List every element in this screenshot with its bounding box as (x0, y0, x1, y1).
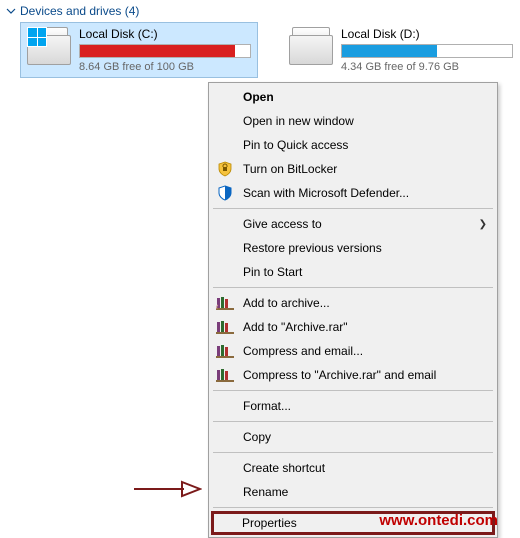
separator (213, 507, 493, 508)
menu-label: Restore previous versions (243, 241, 475, 255)
menu-defender[interactable]: Scan with Microsoft Defender... (211, 181, 495, 205)
menu-label: Add to "Archive.rar" (243, 320, 475, 334)
menu-restore[interactable]: Restore previous versions (211, 236, 495, 260)
menu-add-archive[interactable]: Add to archive... (211, 291, 495, 315)
separator (213, 421, 493, 422)
menu-compress-archive-email[interactable]: Compress to "Archive.rar" and email (211, 363, 495, 387)
menu-label: Copy (243, 430, 475, 444)
drives-list: Local Disk (C:) 8.64 GB free of 100 GB L… (0, 22, 520, 78)
menu-label: Turn on BitLocker (243, 162, 475, 176)
usage-bar (341, 44, 513, 58)
blank-icon (215, 238, 235, 258)
drive-name: Local Disk (D:) (341, 27, 513, 41)
menu-open[interactable]: Open (211, 85, 495, 109)
menu-format[interactable]: Format... (211, 394, 495, 418)
menu-label: Open (243, 90, 475, 104)
menu-label: Pin to Quick access (243, 138, 475, 152)
menu-rename[interactable]: Rename (211, 480, 495, 504)
menu-label: Add to archive... (243, 296, 475, 310)
winrar-icon (215, 341, 235, 361)
menu-label: Rename (243, 485, 475, 499)
blank-icon (215, 458, 235, 478)
menu-label: Compress and email... (243, 344, 475, 358)
blank-icon (215, 262, 235, 282)
submenu-arrow-icon: ❯ (479, 219, 487, 230)
menu-label: Compress to "Archive.rar" and email (243, 368, 475, 382)
menu-pin-start[interactable]: Pin to Start (211, 260, 495, 284)
separator (213, 287, 493, 288)
drive-c[interactable]: Local Disk (C:) 8.64 GB free of 100 GB (20, 22, 258, 78)
separator (213, 452, 493, 453)
drive-free-text: 4.34 GB free of 9.76 GB (341, 61, 513, 73)
menu-copy[interactable]: Copy (211, 425, 495, 449)
drive-free-text: 8.64 GB free of 100 GB (79, 61, 251, 73)
menu-add-archive-rar[interactable]: Add to "Archive.rar" (211, 315, 495, 339)
menu-open-new-window[interactable]: Open in new window (211, 109, 495, 133)
section-header[interactable]: Devices and drives (4) (0, 0, 520, 22)
shield-icon (215, 159, 235, 179)
blank-icon (215, 427, 235, 447)
separator (213, 208, 493, 209)
menu-label: Open in new window (243, 114, 475, 128)
menu-label: Format... (243, 399, 475, 413)
menu-compress-email[interactable]: Compress and email... (211, 339, 495, 363)
blank-icon (215, 214, 235, 234)
menu-label: Create shortcut (243, 461, 475, 475)
chevron-down-icon (6, 6, 16, 16)
menu-create-shortcut[interactable]: Create shortcut (211, 456, 495, 480)
winrar-icon (215, 317, 235, 337)
winrar-icon (215, 293, 235, 313)
menu-label: Pin to Start (243, 265, 475, 279)
menu-pin-quick-access[interactable]: Pin to Quick access (211, 133, 495, 157)
context-menu: Open Open in new window Pin to Quick acc… (208, 82, 498, 538)
winrar-icon (215, 365, 235, 385)
usage-bar (79, 44, 251, 58)
blank-icon (215, 87, 235, 107)
blank-icon (215, 111, 235, 131)
defender-icon (215, 183, 235, 203)
drive-d[interactable]: Local Disk (D:) 4.34 GB free of 9.76 GB (282, 22, 520, 78)
menu-label: Scan with Microsoft Defender... (243, 186, 475, 200)
menu-label: Give access to (243, 217, 475, 231)
blank-icon (215, 135, 235, 155)
annotation-arrow-icon (132, 478, 202, 503)
watermark: www.ontedi.com (379, 512, 498, 529)
menu-bitlocker[interactable]: Turn on BitLocker (211, 157, 495, 181)
drive-icon (27, 27, 71, 65)
separator (213, 390, 493, 391)
blank-icon (215, 482, 235, 502)
blank-icon (215, 396, 235, 416)
section-title: Devices and drives (4) (20, 4, 139, 18)
drive-icon (289, 27, 333, 65)
windows-logo-icon (27, 27, 47, 47)
menu-give-access[interactable]: Give access to ❯ (211, 212, 495, 236)
drive-name: Local Disk (C:) (79, 27, 251, 41)
